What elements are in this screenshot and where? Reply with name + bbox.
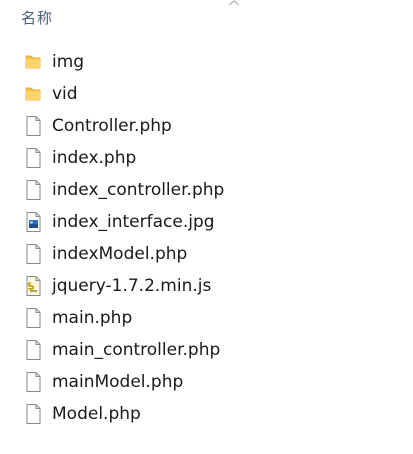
document-icon <box>26 116 41 136</box>
file-name: vid <box>52 84 78 104</box>
document-icon <box>26 308 41 328</box>
file-name: index_controller.php <box>52 180 225 200</box>
list-item[interactable]: index.php <box>0 142 413 174</box>
document-icon <box>26 244 41 264</box>
file-name: Controller.php <box>52 116 172 136</box>
file-name: indexModel.php <box>52 244 188 264</box>
file-name: Model.php <box>52 404 141 424</box>
list-item[interactable]: index_controller.php <box>0 174 413 206</box>
image-file-icon <box>26 212 41 232</box>
file-name: img <box>52 52 85 72</box>
file-name: index_interface.jpg <box>52 212 215 232</box>
document-icon <box>26 404 41 424</box>
document-icon <box>26 340 41 360</box>
file-name: main.php <box>52 308 133 328</box>
document-icon <box>26 372 41 392</box>
column-header: 名称 <box>0 0 413 34</box>
list-item[interactable]: img <box>0 46 413 78</box>
document-icon <box>26 148 41 168</box>
list-item[interactable]: mainModel.php <box>0 366 413 398</box>
list-item[interactable]: Model.php <box>0 398 413 430</box>
sort-ascending-icon <box>228 0 240 6</box>
folder-icon <box>25 87 41 101</box>
file-name: main_controller.php <box>52 340 221 360</box>
list-item[interactable]: vid <box>0 78 413 110</box>
document-icon <box>26 180 41 200</box>
list-item[interactable]: jquery-1.7.2.min.js <box>0 270 413 302</box>
script-file-icon <box>26 276 41 296</box>
folder-icon <box>25 55 41 69</box>
list-item[interactable]: indexModel.php <box>0 238 413 270</box>
file-name: mainModel.php <box>52 372 184 392</box>
list-item[interactable]: Controller.php <box>0 110 413 142</box>
file-explorer-pane: 名称 img vid Controller.php index.php inde… <box>0 0 413 454</box>
file-list: img vid Controller.php index.php index_c… <box>0 46 413 430</box>
name-column-header[interactable]: 名称 <box>21 7 53 28</box>
file-name: index.php <box>52 148 137 168</box>
list-item[interactable]: main_controller.php <box>0 334 413 366</box>
list-item[interactable]: index_interface.jpg <box>0 206 413 238</box>
list-item[interactable]: main.php <box>0 302 413 334</box>
file-name: jquery-1.7.2.min.js <box>52 276 212 296</box>
